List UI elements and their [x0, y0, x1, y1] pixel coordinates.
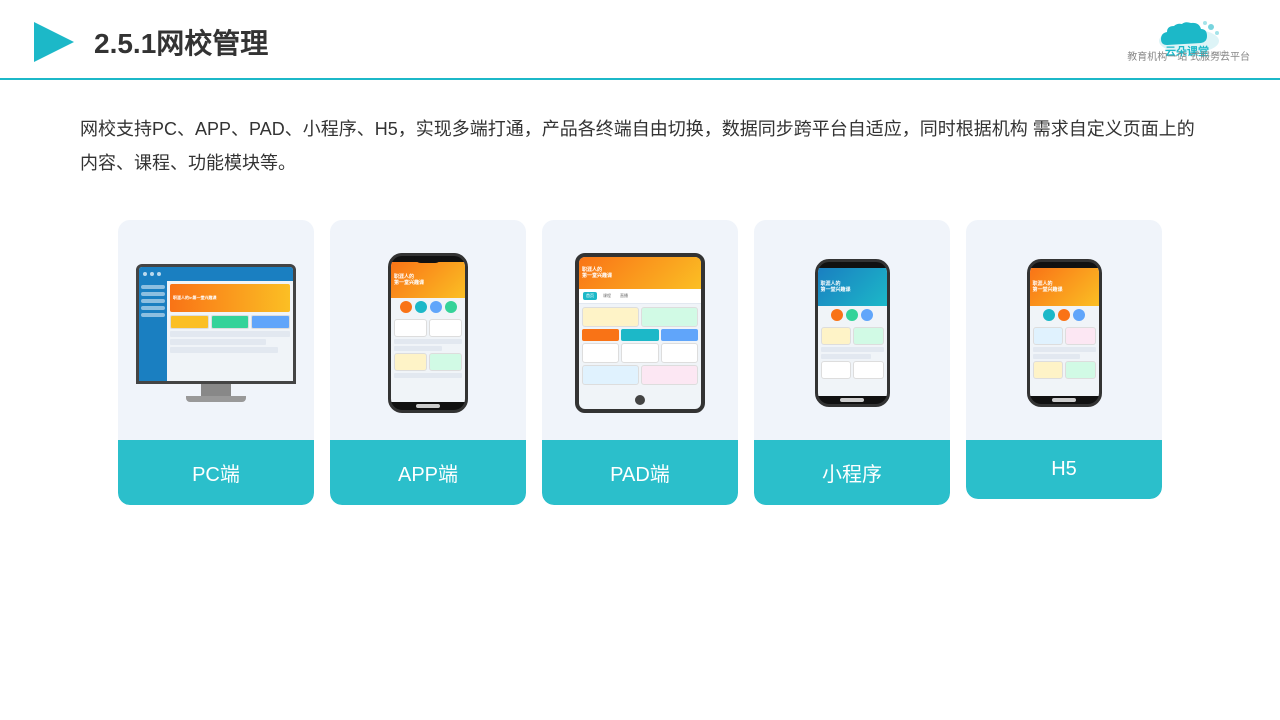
phone-mini-mockup: 职涯人的第一堂兴趣课: [815, 259, 890, 407]
monitor-mockup: 职涯人的\n第一堂兴趣课: [136, 264, 296, 402]
card-miniprogram-label: 小程序: [754, 440, 950, 505]
card-pad-label: PAD端: [542, 440, 738, 505]
card-pad-image: 职涯人的第一堂兴趣课 首页 课程 直播: [542, 220, 738, 440]
play-icon: [30, 18, 78, 66]
card-miniprogram-image: 职涯人的第一堂兴趣课: [754, 220, 950, 440]
phone-h5-mockup: 职涯人的第一堂兴趣课: [1027, 259, 1102, 407]
header: 2.5.1网校管理 云朵课堂 yunduoketang.com 教育机构一站 式…: [0, 0, 1280, 80]
description-text: 网校支持PC、APP、PAD、小程序、H5，实现多端打通，产品各终端自由切换，数…: [0, 80, 1280, 200]
logo-sub-text: 教育机构一站 式服务云平台: [1127, 51, 1250, 65]
card-app: 职涯人的第一堂兴趣课: [330, 220, 526, 505]
card-pad: 职涯人的第一堂兴趣课 首页 课程 直播: [542, 220, 738, 505]
header-left: 2.5.1网校管理: [30, 18, 268, 66]
card-h5: 职涯人的第一堂兴趣课: [966, 220, 1162, 499]
phone-app-mockup: 职涯人的第一堂兴趣课: [388, 253, 468, 413]
card-pc-image: 职涯人的\n第一堂兴趣课: [118, 220, 314, 440]
card-h5-label: H5: [966, 440, 1162, 499]
card-app-image: 职涯人的第一堂兴趣课: [330, 220, 526, 440]
tablet-mockup: 职涯人的第一堂兴趣课 首页 课程 直播: [575, 253, 705, 413]
card-app-label: APP端: [330, 440, 526, 505]
page-title: 2.5.1网校管理: [94, 22, 268, 62]
card-pc-label: PC端: [118, 440, 314, 505]
card-h5-image: 职涯人的第一堂兴趣课: [966, 220, 1162, 440]
logo-area: 云朵课堂 yunduoketang.com 教育机构一站 式服务云平台: [1127, 19, 1250, 65]
cards-container: 职涯人的\n第一堂兴趣课: [0, 200, 1280, 525]
card-pc: 职涯人的\n第一堂兴趣课: [118, 220, 314, 505]
card-miniprogram: 职涯人的第一堂兴趣课: [754, 220, 950, 505]
